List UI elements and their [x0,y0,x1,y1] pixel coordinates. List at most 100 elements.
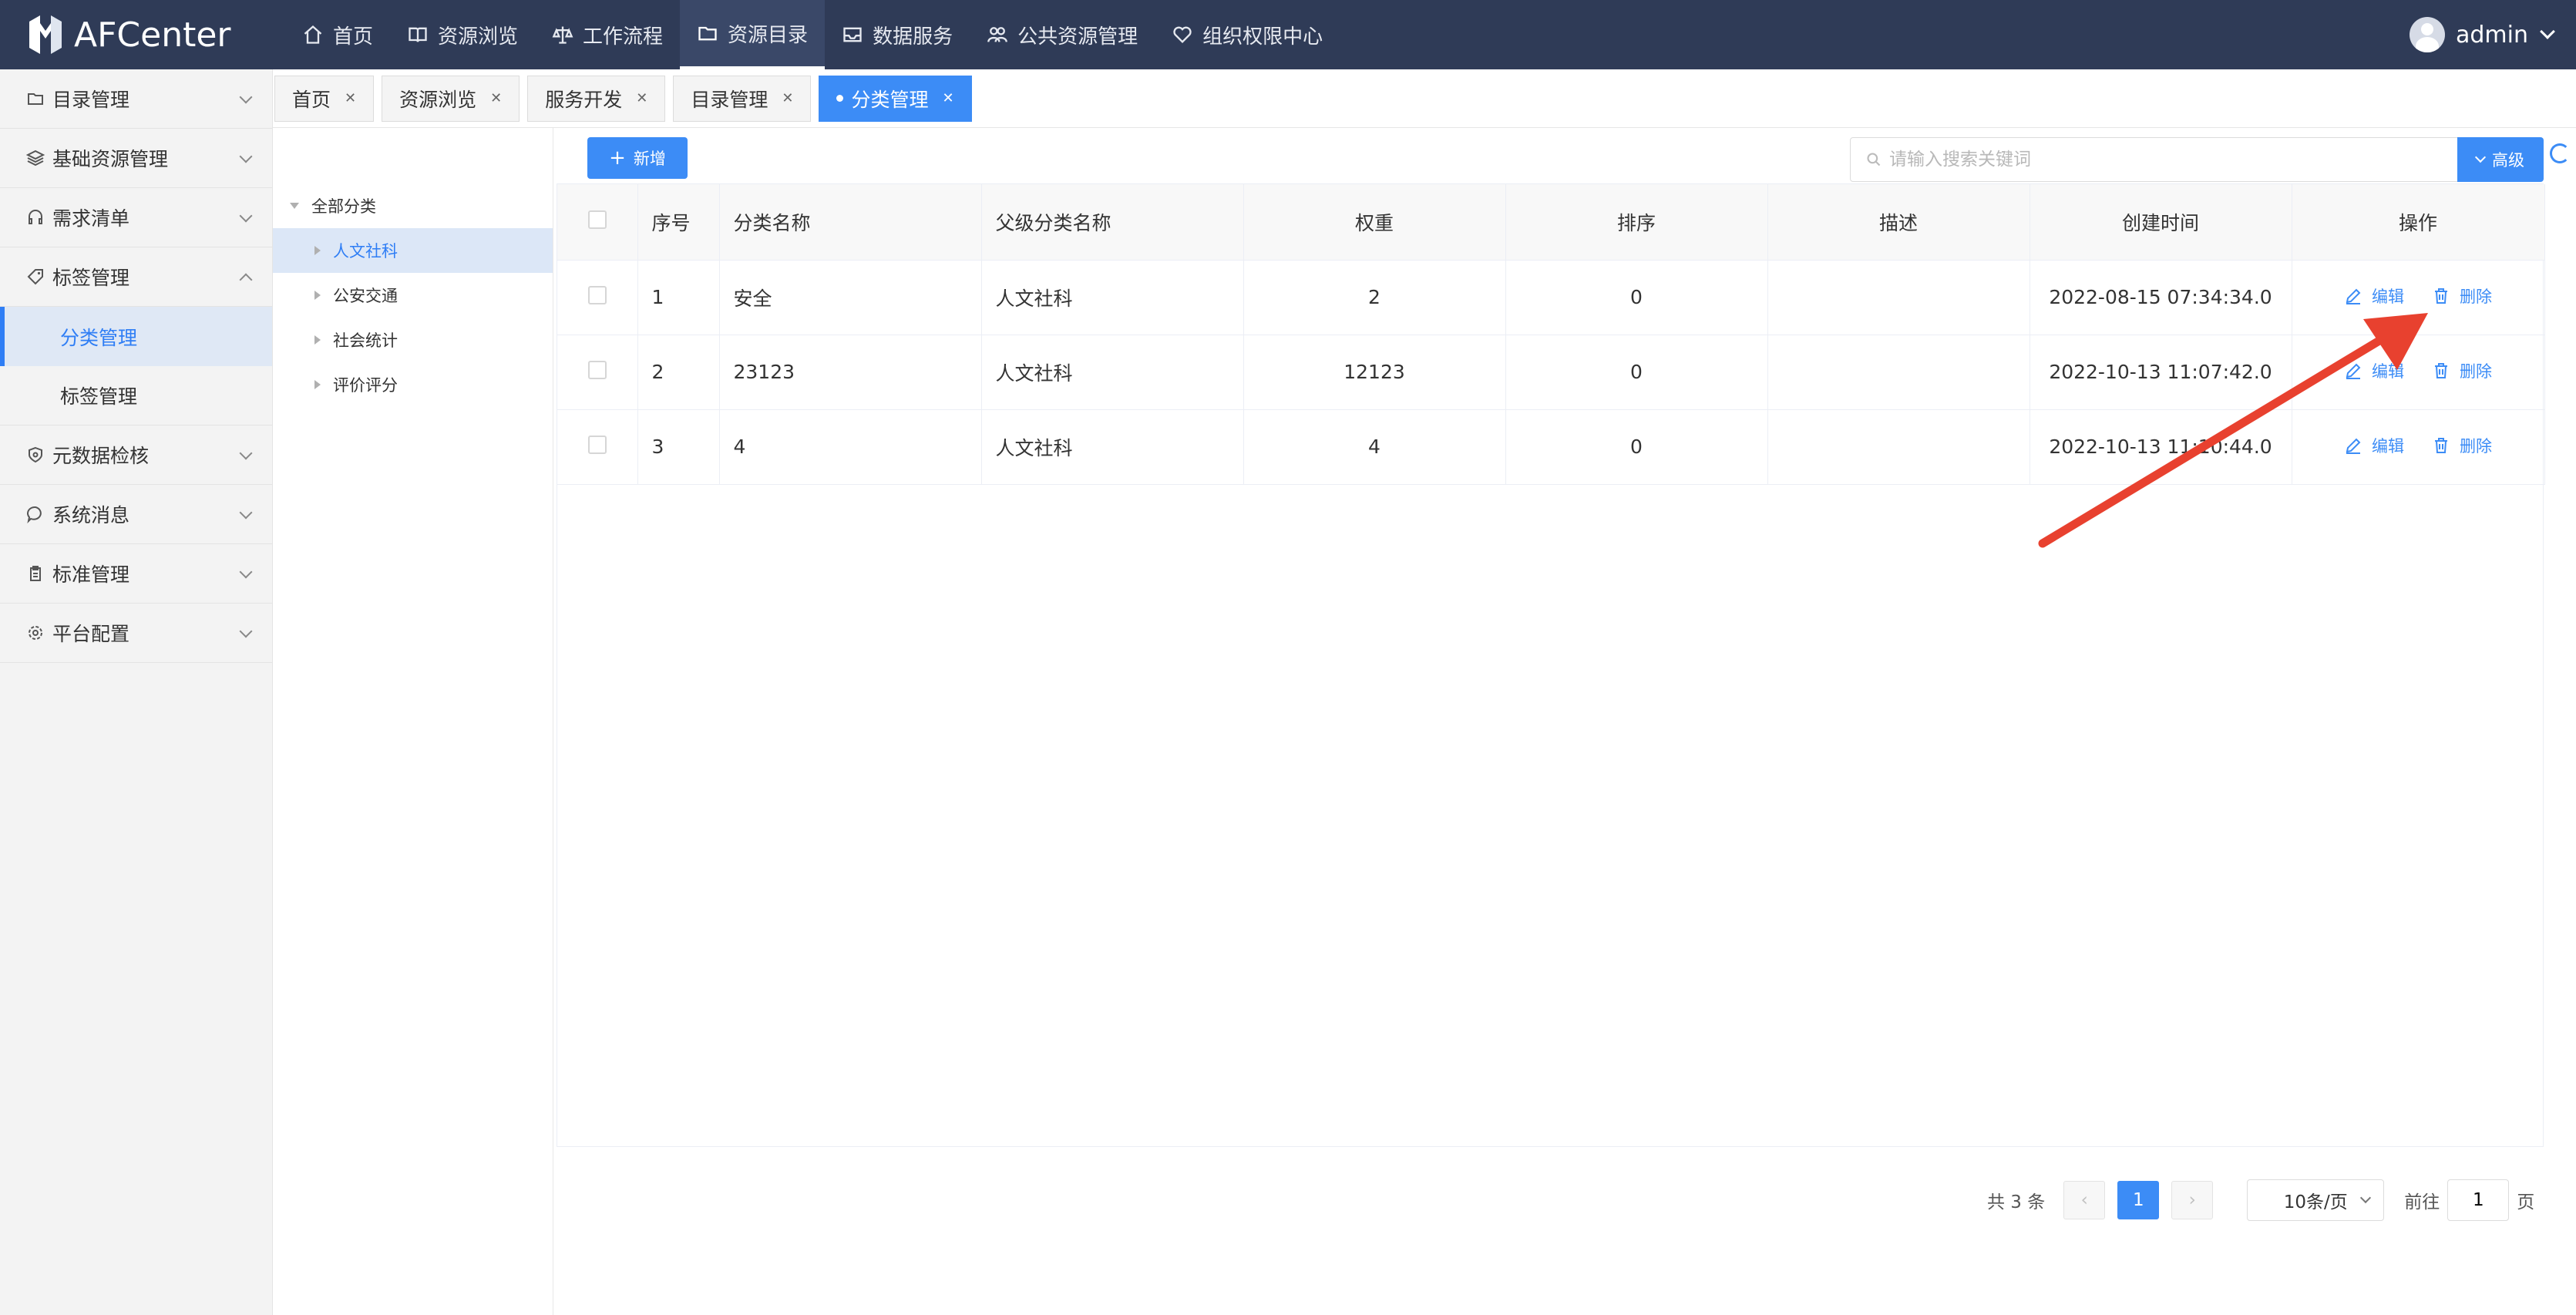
gear-icon [29,626,42,640]
chevron-up-icon [239,273,253,287]
tree-node-label: 评价评分 [333,376,398,395]
cell-actions: 编辑 删除 [2292,409,2545,485]
tab-label: 资源浏览 [399,88,477,111]
tab-service-dev[interactable]: 服务开发 ✕ [527,75,666,122]
close-icon[interactable]: ✕ [782,90,793,106]
advanced-button-label: 高级 [2492,151,2524,170]
sidebar-item-metadata-check[interactable]: 元数据检核 [0,425,272,485]
sidebar-item-category-management[interactable]: 分类管理 [0,307,272,366]
chevron-down-icon [239,150,253,163]
nav-org-permission[interactable]: 组织权限中心 [1155,0,1340,69]
chevron-down-icon [239,446,253,460]
close-icon[interactable]: ✕ [636,90,647,106]
caret-right-icon[interactable] [314,335,321,345]
table-row: 1 安全 人文社科 2 0 2022-08-15 07:34:34.0 编辑 删… [557,260,2545,335]
sidebar-item-tag-management[interactable]: 标签管理 [0,247,272,307]
tab-resource-browse[interactable]: 资源浏览 ✕ [382,75,520,122]
search-icon [1867,153,1881,166]
close-icon[interactable]: ✕ [345,90,356,106]
prev-page-button[interactable]: ‹ [2063,1181,2106,1219]
avatar [2410,17,2445,52]
cell-desc [1767,335,2030,410]
tree-node-label: 公安交通 [333,287,398,305]
tree-node-root[interactable]: 全部分类 [273,183,553,228]
sidebar-item-label: 标签管理 [60,385,138,408]
page-size-select[interactable]: 10条/页 [2247,1179,2385,1221]
nav-resource-catalog[interactable]: 资源目录 [680,0,826,69]
search-box[interactable] [1850,137,2471,182]
sidebar-item-system-messages[interactable]: 系统消息 [0,485,272,544]
row-checkbox[interactable] [587,435,607,454]
search-input[interactable] [1889,150,2429,170]
cell-created: 2022-08-15 07:34:34.0 [2030,260,2292,335]
tag-icon [27,269,43,285]
row-checkbox[interactable] [587,360,607,379]
cell-name: 安全 [719,260,982,335]
caret-right-icon[interactable] [314,380,321,389]
people-icon [987,27,1007,42]
delete-button[interactable]: 删除 [2432,284,2492,308]
book-icon [409,27,427,42]
nav-org-permission-label: 组织权限中心 [1202,25,1323,49]
column-header: 父级分类名称 [981,184,1244,261]
trash-icon [2434,438,2447,453]
advanced-search-button[interactable]: 高级 [2457,137,2544,182]
close-icon[interactable]: ✕ [942,90,953,106]
caret-right-icon[interactable] [314,291,321,300]
goto-label: 前往 [2404,1192,2440,1212]
nav-data-service-label: 数据服务 [873,25,953,49]
next-page-button[interactable]: › [2171,1181,2214,1219]
page-number-button[interactable]: 1 [2117,1181,2160,1219]
sidebar-item-platform-config[interactable]: 平台配置 [0,604,272,663]
sidebar-item-base-resource[interactable]: 基础资源管理 [0,129,272,188]
select-all-checkbox[interactable] [587,210,607,229]
tree-node-public-security[interactable]: 公安交通 [273,273,553,318]
chevron-down-icon [239,565,253,579]
refresh-icon[interactable] [2550,143,2570,163]
tree-node-rating[interactable]: 评价评分 [273,362,553,407]
sidebar-item-label: 标签管理 [52,267,130,289]
user-menu[interactable]: admin [2410,0,2555,69]
sidebar-item-tag-management-sub[interactable]: 标签管理 [0,366,272,425]
tree-node-humanities[interactable]: 人文社科 [273,228,553,273]
app-logo[interactable]: AFCenter [0,0,285,69]
tab-catalog-management[interactable]: 目录管理 ✕ [673,75,812,122]
user-name: admin [2456,21,2528,49]
tab-home[interactable]: 首页 ✕ [274,75,375,122]
cell-index: 2 [637,335,720,410]
tab-category-management[interactable]: 分类管理 ✕ [819,75,972,122]
cell-parent: 人文社科 [981,409,1244,485]
sidebar-item-requirements[interactable]: 需求清单 [0,188,272,247]
cell-index: 1 [637,260,720,335]
nav-workflow[interactable]: 工作流程 [535,0,680,69]
add-button[interactable]: + 新增 [587,137,688,179]
goto-suffix: 页 [2517,1192,2535,1212]
nav-home[interactable]: 首页 [285,0,390,69]
nav-resource-browse[interactable]: 资源浏览 [390,0,535,69]
tree-node-social-stats[interactable]: 社会统计 [273,318,553,362]
sidebar-item-catalog-management[interactable]: 目录管理 [0,69,272,129]
chevron-down-icon [2360,1192,2372,1204]
nav-resource-browse-label: 资源浏览 [438,25,519,49]
app-name: AFCenter [74,15,231,55]
nav-public-resource[interactable]: 公共资源管理 [970,0,1155,69]
goto-page-input[interactable] [2447,1179,2510,1221]
sidebar-item-standard-management[interactable]: 标准管理 [0,544,272,604]
sidebar-item-label: 平台配置 [52,623,130,645]
row-checkbox[interactable] [587,285,607,304]
tab-label: 分类管理 [851,88,929,111]
edit-button[interactable]: 编辑 [2344,284,2404,308]
delete-button[interactable]: 删除 [2432,434,2492,457]
row-select-cell [557,335,638,410]
close-icon[interactable]: ✕ [490,90,502,106]
cell-actions: 编辑 删除 [2292,335,2545,410]
edit-button[interactable]: 编辑 [2344,434,2404,457]
caret-right-icon[interactable] [314,246,321,255]
goto-page: 前往 页 [2404,1179,2534,1221]
top-navigation-bar: AFCenter 首页 资源浏览 工作流程 资源目录 数据服务 公共资源管理 组… [0,0,2576,69]
nav-data-service[interactable]: 数据服务 [825,0,970,69]
edit-button[interactable]: 编辑 [2344,359,2404,382]
caret-down-icon[interactable] [290,203,299,209]
sidebar-item-label: 标准管理 [52,563,130,586]
delete-button[interactable]: 删除 [2432,359,2492,382]
